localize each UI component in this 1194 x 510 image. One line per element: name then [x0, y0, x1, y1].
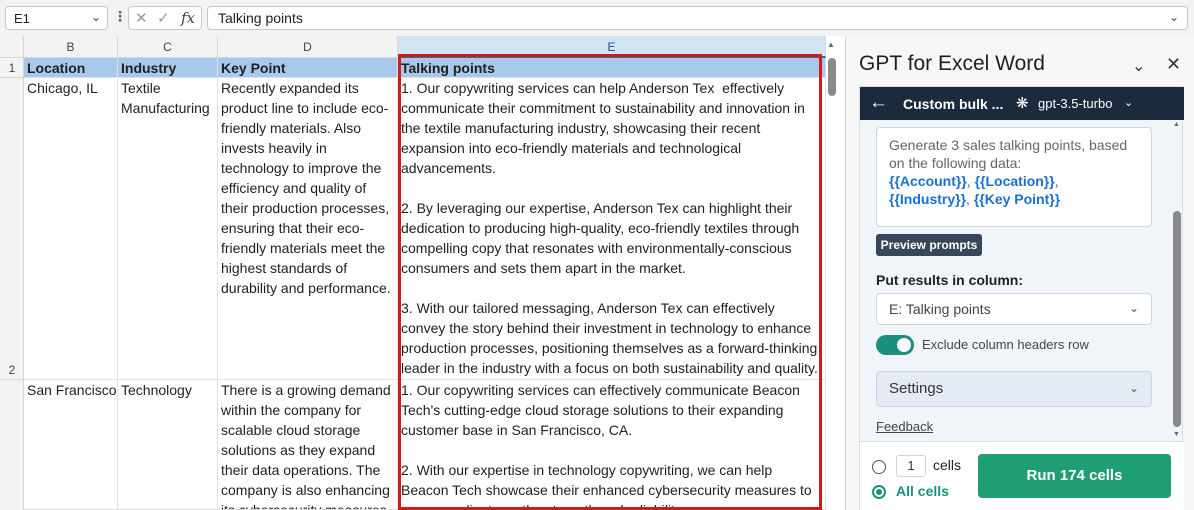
- settings-accordion[interactable]: Settings ⌄: [876, 371, 1152, 407]
- close-icon[interactable]: ✕: [1166, 54, 1181, 75]
- cells-count-input[interactable]: 1: [896, 455, 926, 477]
- settings-label: Settings: [889, 380, 944, 397]
- gpt-side-panel: GPT for Excel Word ⌄ ✕ ← Custom bulk ...…: [845, 36, 1194, 510]
- cell-c3[interactable]: Technology: [118, 380, 218, 510]
- card-title: Custom bulk ...: [903, 96, 1004, 112]
- cell-b2[interactable]: Chicago, IL: [24, 78, 118, 380]
- custom-bulk-card: ← Custom bulk ... ❋ gpt-3.5-turbo ⌄ ▲ ▼ …: [859, 86, 1184, 510]
- row-number: 1: [8, 61, 16, 75]
- chevron-down-icon[interactable]: ⌄: [1124, 96, 1133, 109]
- cell-b3[interactable]: San Francisco,: [24, 380, 118, 510]
- cell-b1[interactable]: Location: [24, 58, 118, 78]
- chevron-down-icon[interactable]: ⌄: [91, 10, 101, 24]
- formula-bar: E1 ⌄ ⋮ ✕ ✓ fx Talking points ⌄: [0, 0, 1194, 36]
- exclude-headers-label: Exclude column headers row: [922, 337, 1089, 352]
- all-cells-radio[interactable]: [872, 485, 886, 499]
- formula-controls: ✕ ✓ fx: [128, 6, 202, 30]
- cancel-icon[interactable]: ✕: [135, 9, 148, 27]
- all-cells-label: All cells: [896, 483, 949, 499]
- row-header-3[interactable]: [0, 380, 24, 510]
- prompt-var-location: {{Location}}: [974, 173, 1055, 189]
- chevron-down-icon[interactable]: ⌄: [1132, 56, 1145, 76]
- cell-e1[interactable]: Talking points: [398, 58, 826, 78]
- scroll-up-icon[interactable]: ▲: [827, 40, 835, 49]
- result-column-value: E: Talking points: [889, 301, 991, 317]
- card-header: ← Custom bulk ... ❋ gpt-3.5-turbo ⌄: [860, 87, 1184, 120]
- run-button[interactable]: Run 174 cells: [978, 454, 1171, 498]
- row-number: 2: [8, 363, 16, 377]
- run-footer: 1 cells All cells Run 174 cells: [860, 441, 1184, 510]
- spreadsheet-grid: B C D E 1 2 Location Industry Key Point …: [0, 36, 845, 510]
- scrollbar-thumb[interactable]: [1173, 211, 1181, 427]
- cells-radio[interactable]: [872, 460, 886, 474]
- cell-d1[interactable]: Key Point: [218, 58, 398, 78]
- model-selector[interactable]: gpt-3.5-turbo: [1038, 96, 1112, 111]
- more-options-icon[interactable]: ⋮: [113, 8, 127, 25]
- preview-prompts-button[interactable]: Preview prompts: [876, 234, 982, 256]
- row-header-1[interactable]: 1: [0, 58, 24, 78]
- toggle-knob: [897, 338, 911, 352]
- cells-label: cells: [933, 457, 962, 473]
- chevron-down-icon[interactable]: ⌄: [1129, 301, 1139, 315]
- scroll-down-icon[interactable]: ▼: [1173, 431, 1180, 438]
- model-icon: ❋: [1016, 95, 1029, 112]
- feedback-link[interactable]: Feedback: [876, 419, 933, 434]
- name-box-value: E1: [14, 11, 30, 26]
- name-box[interactable]: E1 ⌄: [5, 6, 108, 30]
- result-column-select[interactable]: E: Talking points ⌄: [876, 293, 1152, 325]
- put-results-label: Put results in column:: [876, 272, 1024, 288]
- vertical-scrollbar[interactable]: ▲: [826, 36, 838, 510]
- formula-input[interactable]: Talking points ⌄: [207, 6, 1188, 30]
- column-header-c[interactable]: C: [118, 36, 218, 58]
- back-arrow-icon[interactable]: ←: [869, 92, 888, 114]
- exclude-headers-toggle[interactable]: [876, 335, 914, 355]
- column-header-d[interactable]: D: [218, 36, 398, 58]
- card-scrollbar[interactable]: ▲ ▼: [1170, 121, 1182, 441]
- prompt-textarea[interactable]: Generate 3 sales talking points, based o…: [876, 127, 1152, 227]
- function-icon[interactable]: fx: [181, 9, 195, 27]
- cell-c1[interactable]: Industry: [118, 58, 218, 78]
- cell-e3[interactable]: 1. Our copywriting services can effectiv…: [398, 380, 826, 510]
- prompt-var-account: {{Account}}: [889, 173, 967, 189]
- scroll-up-icon[interactable]: ▲: [1173, 121, 1180, 128]
- chevron-down-icon[interactable]: ⌄: [1129, 381, 1139, 395]
- row-header-2[interactable]: 2: [0, 78, 24, 380]
- panel-title: GPT for Excel Word: [859, 52, 1045, 75]
- formula-value: Talking points: [218, 10, 303, 26]
- scrollbar-thumb[interactable]: [828, 58, 836, 96]
- cell-c2[interactable]: Textile Manufacturing: [118, 78, 218, 380]
- cell-e2[interactable]: 1. Our copywriting services can help And…: [398, 78, 826, 380]
- select-all-corner[interactable]: [0, 36, 24, 58]
- chevron-down-icon[interactable]: ⌄: [1169, 10, 1179, 24]
- prompt-text: Generate 3 sales talking points, based o…: [889, 137, 1128, 171]
- column-header-b[interactable]: B: [24, 36, 118, 58]
- enter-icon[interactable]: ✓: [157, 9, 170, 27]
- column-header-e[interactable]: E: [398, 36, 826, 58]
- cell-d2[interactable]: Recently expanded its product line to in…: [218, 78, 398, 380]
- prompt-var-industry: {{Industry}}: [889, 191, 967, 207]
- cell-d3[interactable]: There is a growing demand within the com…: [218, 380, 398, 510]
- prompt-var-key-point: {{Key Point}}: [973, 191, 1061, 207]
